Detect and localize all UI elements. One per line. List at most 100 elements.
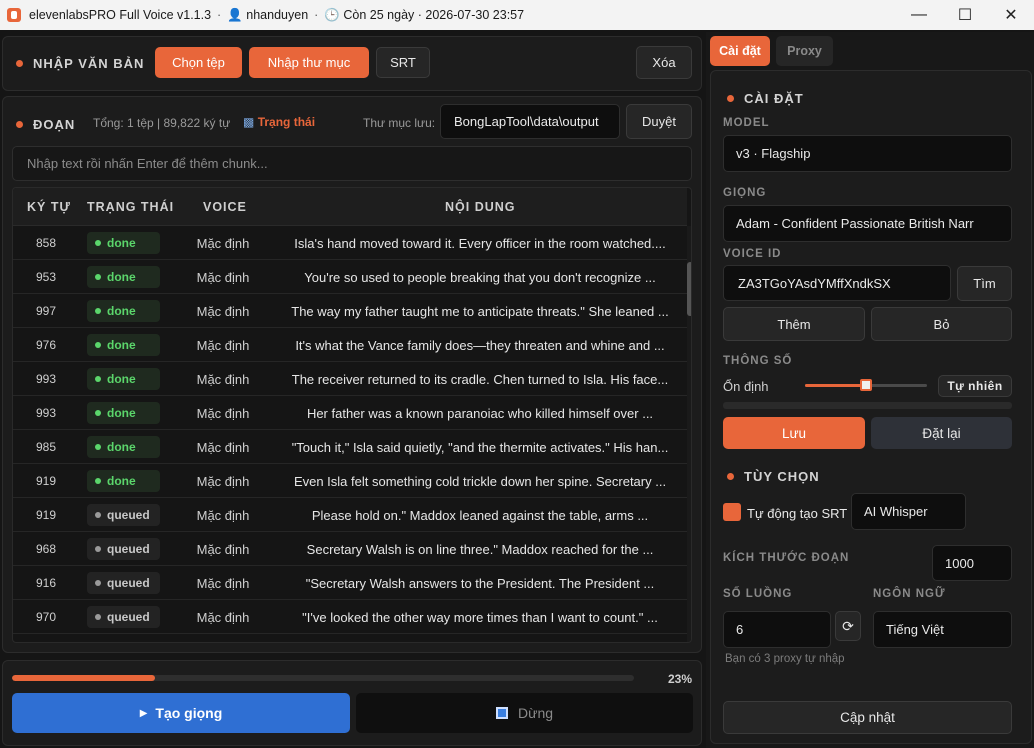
add-voice-button[interactable]: Thêm (723, 307, 865, 341)
voice-select[interactable]: Adam - Confident Passionate British Narr (723, 205, 1012, 242)
row-chars: 919 (35, 474, 57, 488)
row-chars: 976 (35, 338, 57, 352)
table-row[interactable]: 993 done Mặc định The receiver returned to … (13, 362, 687, 396)
model-select[interactable]: v3 · Flagship (723, 135, 1012, 172)
slider-knob[interactable] (860, 379, 872, 391)
tab-settings[interactable]: Cài đặt (710, 36, 770, 66)
scrollbar-thumb[interactable] (687, 262, 691, 316)
chunk-size-input[interactable]: 1000 (932, 545, 1012, 581)
chart-icon: ▩ (243, 115, 255, 129)
section-dot-icon (727, 95, 734, 102)
find-voice-button[interactable]: Tìm (957, 266, 1012, 301)
chunk-input[interactable]: Nhập text rồi nhấn Enter để thêm chunk..… (12, 146, 692, 181)
table-row[interactable]: 970 queued Mặc định "I've looked the other … (13, 600, 687, 634)
voice-label: GIỌNG (723, 187, 767, 199)
params-label: THÔNG SỐ (723, 355, 793, 367)
row-status-badge: done (87, 300, 160, 322)
table-row-partial (13, 634, 687, 642)
license-info: Còn 25 ngày · 2026-07-30 23:57 (343, 7, 525, 22)
reset-button[interactable]: Đặt lại (871, 417, 1012, 449)
row-content: Even Isla felt something cold trickle do… (293, 474, 667, 489)
language-select[interactable]: Tiếng Việt (873, 611, 1012, 648)
srt-button[interactable]: SRT (376, 47, 430, 78)
row-content: It's what the Vance family does—they thr… (295, 338, 665, 353)
stability-mode-button[interactable]: Tự nhiên (938, 375, 1012, 397)
stability-slider[interactable] (805, 379, 927, 391)
user-icon: 👤 (227, 7, 243, 22)
status-link[interactable]: ▩ Trạng thái (243, 115, 315, 129)
row-voice: Mặc định (196, 542, 250, 557)
import-folder-button[interactable]: Nhập thư mục (249, 47, 369, 78)
table-row[interactable]: 997 done Mặc định The way my father taught … (13, 294, 687, 328)
row-chars: 858 (35, 236, 57, 250)
remove-voice-button[interactable]: Bỏ (871, 307, 1012, 341)
auto-srt-checkbox[interactable] (723, 503, 741, 521)
model-label: MODEL (723, 117, 770, 129)
window-title: elevenlabsPRO Full Voice v1.1.3 · 👤 nhandu… (29, 7, 525, 22)
generate-button[interactable]: ▶ Tạo giọng (12, 693, 350, 733)
auto-srt-label: Tự động tạo SRT (747, 506, 848, 521)
refresh-icon[interactable]: ⟳ (835, 611, 861, 641)
row-chars: 993 (35, 372, 57, 386)
clear-button[interactable]: Xóa (636, 46, 692, 79)
status-dot-icon (95, 512, 101, 518)
row-status-badge: done (87, 232, 160, 254)
table-row[interactable]: 858 done Mặc định Isla's hand moved toward … (13, 226, 687, 260)
row-voice: Mặc định (196, 474, 250, 489)
row-content: Her father was a known paranoiac who kil… (306, 406, 654, 421)
header-status[interactable]: TRẠNG THÁI (87, 200, 174, 214)
row-chars: 993 (35, 406, 57, 420)
user-name: nhanduyen (246, 7, 309, 22)
table-row[interactable]: 919 queued Mặc định Please hold on." Maddox… (13, 498, 687, 532)
stop-button[interactable]: Dừng (356, 693, 693, 733)
stability-label: Ổn định (723, 379, 769, 394)
table-row[interactable]: 953 done Mặc định You're so used to people … (13, 260, 687, 294)
row-voice: Mặc định (196, 236, 250, 251)
row-content: "I've looked the other way more times th… (302, 610, 658, 625)
status-dot-icon (95, 240, 101, 246)
update-button[interactable]: Cập nhật (723, 701, 1012, 734)
save-button[interactable]: Lưu (723, 417, 865, 449)
table-row[interactable]: 919 done Mặc định Even Isla felt something … (13, 464, 687, 498)
table-row[interactable]: 916 queued Mặc định "Secretary Walsh answer… (13, 566, 687, 600)
output-folder-label: Thư mục lưu: (363, 116, 436, 130)
row-voice: Mặc định (196, 270, 250, 285)
row-status-badge: done (87, 334, 160, 356)
table-row[interactable]: 985 done Mặc định "Touch it," Isla said qui… (13, 430, 687, 464)
stop-icon (495, 707, 508, 719)
srt-engine-select[interactable]: AI Whisper (851, 493, 966, 530)
minimize-button[interactable]: — (896, 0, 942, 30)
table-row[interactable]: 968 queued Mặc định Secretary Walsh is on l… (13, 532, 687, 566)
tab-proxy[interactable]: Proxy (776, 36, 833, 66)
header-chars[interactable]: KÝ TỰ (27, 200, 71, 214)
app-name: elevenlabsPRO Full Voice v1.1.3 (29, 7, 212, 22)
row-chars: 997 (35, 304, 57, 318)
row-status-badge: done (87, 368, 160, 390)
choose-file-button[interactable]: Chọn tệp (155, 47, 242, 78)
settings-section-title: CÀI ĐẶT (727, 91, 804, 106)
header-voice[interactable]: VOICE (203, 200, 247, 214)
output-folder-input[interactable]: BongLapTool\data\output (440, 104, 620, 139)
table-scrollbar[interactable] (687, 226, 691, 642)
row-content: Isla's hand moved toward it. Every offic… (294, 236, 666, 251)
voice-id-input[interactable]: ZA3TGoYAsdYMffXndkSX (723, 265, 951, 301)
threads-input[interactable]: 6 (723, 611, 831, 648)
voice-id-label: VOICE ID (723, 248, 782, 260)
row-status-badge: done (87, 470, 160, 492)
row-voice: Mặc định (196, 406, 250, 421)
row-voice: Mặc định (196, 338, 250, 353)
header-content[interactable]: NỘI DUNG (445, 200, 516, 214)
status-dot-icon (95, 342, 101, 348)
table-row[interactable]: 976 done Mặc định It's what the Vance famil… (13, 328, 687, 362)
browse-button[interactable]: Duyệt (626, 104, 692, 139)
progress-fill (12, 675, 156, 681)
row-voice: Mặc định (196, 576, 250, 591)
language-label: NGÔN NGỮ (873, 588, 946, 600)
table-row[interactable]: 993 done Mặc định Her father was a known pa… (13, 396, 687, 430)
row-content: Secretary Walsh is on line three." Maddo… (306, 542, 654, 557)
maximize-button[interactable]: ☐ (942, 0, 988, 30)
title-bar: elevenlabsPRO Full Voice v1.1.3 · 👤 nhandu… (0, 0, 1034, 30)
slider-fill (805, 384, 866, 387)
status-dot-icon (95, 546, 101, 552)
close-button[interactable]: ✕ (988, 0, 1034, 30)
